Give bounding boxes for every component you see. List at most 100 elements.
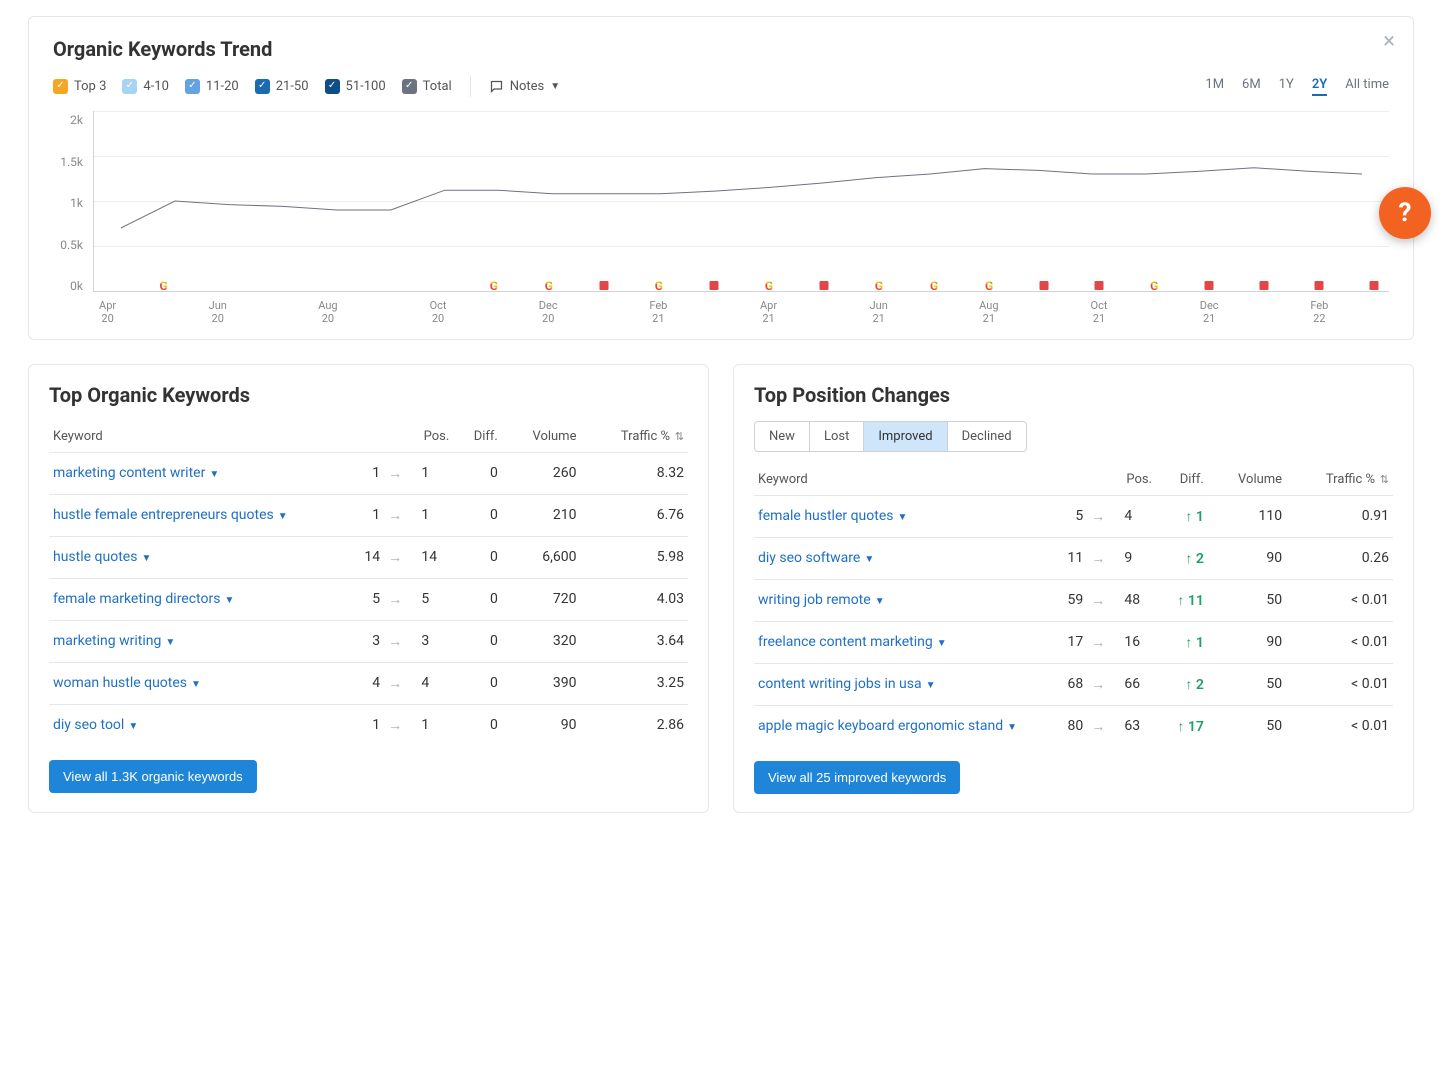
caret-down-icon[interactable]: ▼ [898, 512, 908, 523]
flag-icon [819, 280, 828, 293]
arrow-up-icon: ↑ [1185, 551, 1192, 567]
arrow-up-icon: ↑ [1185, 635, 1192, 651]
arrow-right-icon: → [384, 663, 417, 705]
close-icon[interactable]: × [1383, 31, 1395, 53]
keyword-link[interactable]: apple magic keyboard ergonomic stand [758, 718, 1003, 734]
col-keyword[interactable]: Keyword [49, 421, 348, 453]
col-traffic[interactable]: Traffic % ⇅ [580, 421, 688, 453]
keyword-link[interactable]: content writing jobs in usa [758, 676, 922, 692]
table-row: hustle female entrepreneurs quotes▼1→102… [49, 495, 688, 537]
caret-down-icon[interactable]: ▼ [128, 721, 138, 732]
flag-icon [709, 280, 718, 293]
tab-lost[interactable]: Lost [810, 422, 864, 451]
view-all-keywords-button[interactable]: View all 1.3K organic keywords [49, 760, 257, 793]
google-icon: G [490, 279, 498, 293]
legend-21-50[interactable]: ✓21-50 [255, 79, 309, 94]
col-pos[interactable]: Pos. [348, 421, 453, 453]
caret-down-icon[interactable]: ▼ [278, 511, 288, 522]
col-volume[interactable]: Volume [502, 421, 581, 453]
caret-down-icon[interactable]: ▼ [191, 679, 201, 690]
caret-down-icon[interactable]: ▼ [1007, 722, 1017, 733]
caret-down-icon[interactable]: ▼ [224, 595, 234, 606]
position-changes-title: Top Position Changes [754, 383, 1393, 407]
legend-4-10[interactable]: ✓4-10 [122, 79, 169, 94]
table-row: woman hustle quotes▼4→403903.25 [49, 663, 688, 705]
flag-icon [1095, 280, 1104, 293]
col-traffic[interactable]: Traffic % ⇅ [1286, 464, 1393, 496]
keyword-link[interactable]: woman hustle quotes [53, 675, 187, 691]
table-row: female hustler quotes▼5→4↑ 11100.91 [754, 496, 1393, 538]
position-changes-card: Top Position Changes NewLostImprovedDecl… [733, 364, 1414, 813]
keyword-link[interactable]: female marketing directors [53, 591, 220, 607]
flag-icon [1205, 280, 1214, 293]
keyword-link[interactable]: female hustler quotes [758, 508, 894, 524]
keyword-link[interactable]: diy seo tool [53, 717, 124, 733]
table-row: marketing writing▼3→303203.64 [49, 621, 688, 663]
caret-down-icon[interactable]: ▼ [937, 638, 947, 649]
table-row: diy seo software▼11→9↑ 2900.26 [754, 538, 1393, 580]
col-diff[interactable]: Diff. [1156, 464, 1208, 496]
range-all-time[interactable]: All time [1345, 77, 1389, 96]
google-icon: G [985, 279, 993, 293]
flag-icon [599, 280, 608, 293]
caret-down-icon[interactable]: ▼ [165, 637, 175, 648]
google-icon: G [930, 279, 938, 293]
top-keywords-title: Top Organic Keywords [49, 383, 688, 407]
help-button[interactable]: ? [1379, 187, 1431, 239]
keyword-link[interactable]: marketing writing [53, 633, 161, 649]
keyword-link[interactable]: writing job remote [758, 592, 871, 608]
keyword-link[interactable]: freelance content marketing [758, 634, 933, 650]
arrow-up-icon: ↑ [1177, 593, 1184, 609]
tab-improved[interactable]: Improved [864, 422, 947, 451]
col-diff[interactable]: Diff. [453, 421, 502, 453]
google-icon: G [765, 279, 773, 293]
keyword-link[interactable]: marketing content writer [53, 465, 205, 481]
legend-total[interactable]: ✓Total [402, 79, 452, 94]
arrow-up-icon: ↑ [1185, 509, 1192, 525]
notes-toggle[interactable]: Notes ▼ [489, 79, 560, 94]
google-icon: G [875, 279, 883, 293]
chart-plot: 2k1.5k1k0.5k0k GGGGGGGGG [53, 111, 1389, 293]
range-1m[interactable]: 1M [1205, 77, 1224, 96]
tab-new[interactable]: New [755, 422, 810, 451]
keyword-link[interactable]: hustle quotes [53, 549, 137, 565]
arrow-right-icon: → [1087, 496, 1120, 538]
table-row: hustle quotes▼14→1406,6005.98 [49, 537, 688, 579]
legend-top-3[interactable]: ✓Top 3 [53, 79, 106, 94]
legend-51-100[interactable]: ✓51-100 [325, 79, 386, 94]
flag-icon [1370, 280, 1379, 293]
google-icon: G [160, 279, 168, 293]
tab-declined[interactable]: Declined [948, 422, 1026, 451]
table-row: female marketing directors▼5→507204.03 [49, 579, 688, 621]
range-6m[interactable]: 6M [1242, 77, 1261, 96]
caret-down-icon[interactable]: ▼ [141, 553, 151, 564]
google-icon: G [655, 279, 663, 293]
col-pos[interactable]: Pos. [1052, 464, 1156, 496]
top-keywords-table: Keyword Pos. Diff. Volume Traffic % ⇅ ma… [49, 421, 688, 746]
keyword-link[interactable]: diy seo software [758, 550, 860, 566]
table-row: freelance content marketing▼17→16↑ 190< … [754, 622, 1393, 664]
range-1y[interactable]: 1Y [1279, 77, 1294, 96]
caret-down-icon[interactable]: ▼ [209, 469, 219, 480]
legend-11-20[interactable]: ✓11-20 [185, 79, 239, 94]
arrow-right-icon: → [384, 621, 417, 663]
arrow-right-icon: → [1087, 580, 1120, 622]
caret-down-icon[interactable]: ▼ [875, 596, 885, 607]
caret-down-icon[interactable]: ▼ [864, 554, 874, 565]
flag-icon [1260, 280, 1269, 293]
arrow-right-icon: → [1087, 538, 1120, 580]
google-icon: G [545, 279, 553, 293]
sort-icon: ⇅ [1377, 473, 1389, 486]
view-all-improved-button[interactable]: View all 25 improved keywords [754, 761, 960, 794]
col-volume[interactable]: Volume [1208, 464, 1286, 496]
arrow-right-icon: → [384, 495, 417, 537]
chart-card: ? × Organic Keywords Trend ✓Top 3✓4-10✓1… [28, 16, 1414, 340]
caret-down-icon[interactable]: ▼ [926, 680, 936, 691]
col-keyword[interactable]: Keyword [754, 464, 1052, 496]
arrow-right-icon: → [1087, 664, 1120, 706]
google-icon: G [1150, 279, 1158, 293]
table-row: content writing jobs in usa▼68→66↑ 250< … [754, 664, 1393, 706]
arrow-right-icon: → [384, 705, 417, 747]
keyword-link[interactable]: hustle female entrepreneurs quotes [53, 507, 274, 523]
range-2y[interactable]: 2Y [1312, 77, 1327, 96]
